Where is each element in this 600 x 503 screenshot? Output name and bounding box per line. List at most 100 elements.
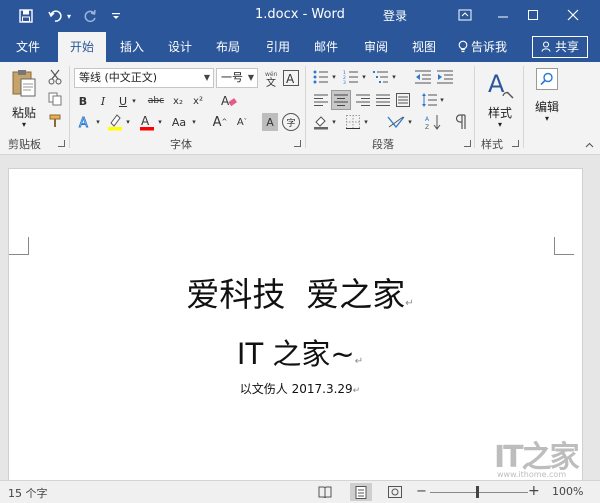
tab-file[interactable]: 文件 bbox=[8, 32, 48, 62]
increase-indent-icon[interactable] bbox=[436, 68, 454, 86]
clear-formatting-icon[interactable]: A bbox=[220, 92, 238, 110]
svg-text:3: 3 bbox=[343, 80, 346, 84]
chevron-down-icon[interactable]: ▾ bbox=[362, 115, 370, 129]
zoom-out-button[interactable]: − bbox=[416, 484, 427, 499]
font-color-icon[interactable]: A bbox=[138, 112, 156, 132]
show-marks-icon[interactable] bbox=[452, 113, 470, 131]
highlight-color-icon[interactable] bbox=[106, 112, 124, 132]
grow-font-button[interactable]: A ^ bbox=[212, 112, 228, 132]
clipboard-group-label: 剪贴板 bbox=[8, 138, 41, 151]
font-launcher-icon[interactable] bbox=[294, 140, 301, 147]
tab-mailings[interactable]: 邮件 bbox=[306, 32, 346, 62]
ribbon-options-icon[interactable] bbox=[452, 4, 478, 26]
zoom-slider-track[interactable] bbox=[430, 492, 528, 493]
close-icon[interactable] bbox=[560, 4, 586, 26]
redo-icon[interactable] bbox=[80, 6, 100, 26]
chevron-down-icon[interactable]: ▾ bbox=[94, 114, 102, 130]
font-size-combo[interactable]: 一号 ▼ bbox=[216, 68, 258, 88]
login-link[interactable]: 登录 bbox=[383, 7, 407, 24]
clipboard-icon bbox=[10, 68, 38, 98]
shrink-font-button[interactable]: Aˇ bbox=[234, 112, 250, 132]
customize-quick-access-icon[interactable] bbox=[106, 6, 126, 26]
document-heading-line[interactable]: 爱科技 爱之家↵ bbox=[0, 268, 600, 316]
print-layout-icon[interactable] bbox=[350, 483, 372, 501]
maximize-icon[interactable] bbox=[520, 4, 546, 26]
format-painter-icon[interactable] bbox=[46, 112, 64, 130]
chevron-down-icon[interactable]: ▾ bbox=[330, 115, 338, 129]
italic-button[interactable]: I bbox=[96, 93, 110, 109]
multilevel-list-icon[interactable] bbox=[372, 68, 390, 86]
tab-view[interactable]: 视图 bbox=[404, 32, 444, 62]
shading-icon[interactable] bbox=[312, 113, 330, 131]
collapse-ribbon-icon[interactable] bbox=[584, 140, 594, 150]
subscript-button[interactable]: x₂ bbox=[170, 93, 186, 109]
tab-home[interactable]: 开始 bbox=[58, 32, 106, 62]
paragraph-launcher-icon[interactable] bbox=[464, 140, 471, 147]
bold-button[interactable]: B bbox=[76, 93, 90, 109]
character-border-icon[interactable]: A bbox=[282, 68, 300, 88]
tab-insert[interactable]: 插入 bbox=[112, 32, 152, 62]
font-name-combo[interactable]: 等线 (中文正文) ▼ bbox=[74, 68, 214, 88]
zoom-in-button[interactable]: + bbox=[528, 483, 540, 499]
sort-icon[interactable]: AZ bbox=[424, 113, 442, 131]
tab-review[interactable]: 审阅 bbox=[356, 32, 396, 62]
document-author-line[interactable]: 以文伤人 2017.3.29↵ bbox=[0, 380, 600, 397]
chevron-down-icon[interactable]: ▾ bbox=[124, 114, 132, 130]
undo-dropdown-icon[interactable]: ▾ bbox=[64, 6, 74, 26]
minimize-icon[interactable] bbox=[490, 4, 516, 26]
undo-icon[interactable] bbox=[46, 6, 66, 26]
document-subheading-line[interactable]: IT 之家~↵ bbox=[0, 331, 600, 373]
search-icon bbox=[536, 68, 558, 90]
enclose-characters-button[interactable]: 字 bbox=[282, 113, 300, 131]
tell-me-box[interactable]: 告诉我 bbox=[458, 32, 507, 62]
styles-button[interactable]: A 样式 ▾ bbox=[480, 68, 520, 130]
borders-icon[interactable] bbox=[344, 113, 362, 131]
decrease-indent-icon[interactable] bbox=[414, 68, 432, 86]
zoom-slider-thumb[interactable] bbox=[476, 486, 479, 498]
paste-button[interactable]: 粘贴 ▾ bbox=[6, 66, 42, 129]
share-label: 共享 bbox=[554, 40, 579, 54]
paragraph-mark: ↵ bbox=[354, 356, 364, 367]
clipboard-launcher-icon[interactable] bbox=[58, 140, 65, 147]
group-divider bbox=[305, 66, 306, 148]
chevron-down-icon[interactable]: ▾ bbox=[360, 70, 368, 84]
zoom-level[interactable]: 100% bbox=[552, 485, 583, 498]
align-left-icon[interactable] bbox=[312, 91, 330, 109]
styles-launcher-icon[interactable] bbox=[512, 140, 519, 147]
share-button[interactable]: 共享 bbox=[532, 36, 588, 58]
chevron-down-icon[interactable]: ▾ bbox=[390, 70, 398, 84]
change-case-button[interactable]: Aa bbox=[168, 112, 190, 132]
editing-button[interactable]: 编辑 ▾ bbox=[530, 68, 564, 130]
tab-design[interactable]: 设计 bbox=[160, 32, 200, 62]
chevron-down-icon[interactable]: ▾ bbox=[156, 114, 164, 130]
superscript-button[interactable]: x² bbox=[190, 93, 206, 109]
read-mode-icon[interactable] bbox=[316, 484, 334, 500]
chevron-down-icon[interactable]: ▾ bbox=[190, 114, 198, 130]
distributed-icon[interactable] bbox=[394, 91, 412, 109]
align-right-icon[interactable] bbox=[354, 91, 372, 109]
document-title: 1.docx - Word bbox=[255, 7, 345, 22]
chevron-down-icon[interactable]: ▾ bbox=[130, 93, 138, 109]
character-shading-button[interactable]: A bbox=[262, 113, 278, 131]
align-center-icon[interactable] bbox=[331, 90, 351, 110]
bullets-icon[interactable] bbox=[312, 68, 330, 86]
chevron-down-icon[interactable]: ▾ bbox=[438, 93, 446, 107]
numbering-icon[interactable]: 123 bbox=[342, 68, 360, 86]
save-icon[interactable] bbox=[16, 6, 36, 26]
phonetic-guide-icon[interactable]: wén 文 bbox=[262, 68, 280, 88]
chevron-down-icon[interactable]: ▾ bbox=[330, 70, 338, 84]
justify-icon[interactable] bbox=[374, 91, 392, 109]
copy-icon[interactable] bbox=[46, 90, 64, 108]
cut-icon[interactable] bbox=[46, 68, 64, 86]
strikethrough-button[interactable]: abc bbox=[146, 93, 166, 109]
web-layout-icon[interactable] bbox=[386, 484, 404, 500]
grow-font-label: A bbox=[212, 114, 222, 130]
line-spacing-icon[interactable] bbox=[420, 91, 438, 109]
chinese-layout-icon[interactable] bbox=[386, 113, 406, 131]
tab-references[interactable]: 引用 bbox=[258, 32, 298, 62]
word-count[interactable]: 15 个字 bbox=[8, 485, 48, 501]
text-effects-icon[interactable]: A bbox=[76, 112, 94, 132]
tab-layout[interactable]: 布局 bbox=[208, 32, 248, 62]
chevron-down-icon[interactable]: ▾ bbox=[406, 115, 414, 129]
underline-button[interactable]: U bbox=[116, 93, 130, 109]
